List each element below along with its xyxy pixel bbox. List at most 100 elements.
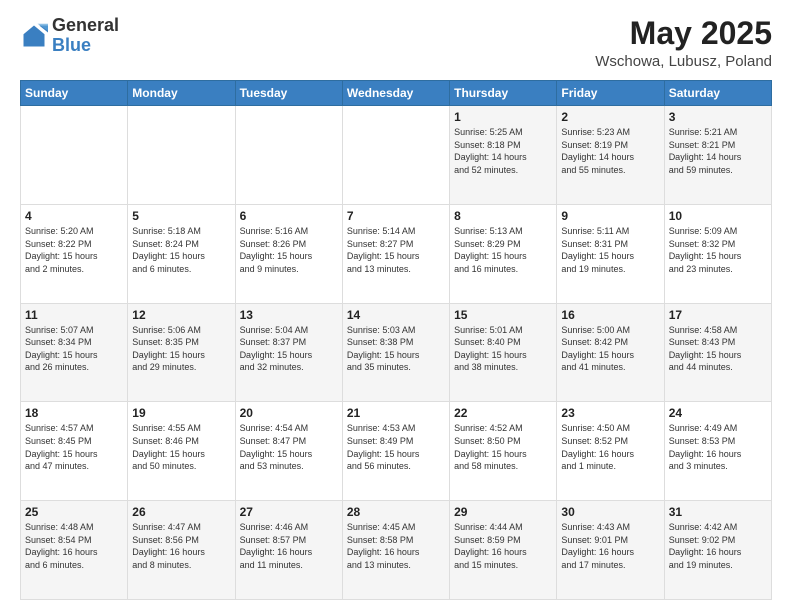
- day-number: 25: [25, 505, 123, 519]
- week-row-4: 18 Sunrise: 4:57 AM Sunset: 8:45 PM Dayli…: [21, 402, 772, 501]
- day-info: Sunrise: 5:00 AM Sunset: 8:42 PM Dayligh…: [561, 324, 659, 374]
- day-info: Sunrise: 4:43 AM Sunset: 9:01 PM Dayligh…: [561, 521, 659, 571]
- day-number: 2: [561, 110, 659, 124]
- day-info: Sunrise: 4:52 AM Sunset: 8:50 PM Dayligh…: [454, 422, 552, 472]
- day-info: Sunrise: 5:25 AM Sunset: 8:18 PM Dayligh…: [454, 126, 552, 176]
- logo-icon: [20, 22, 48, 50]
- day-number: 3: [669, 110, 767, 124]
- day-info: Sunrise: 5:14 AM Sunset: 8:27 PM Dayligh…: [347, 225, 445, 275]
- cell-w5-d6: 31Sunrise: 4:42 AM Sunset: 9:02 PM Dayli…: [664, 501, 771, 600]
- col-saturday: Saturday: [664, 81, 771, 106]
- day-number: 13: [240, 308, 338, 322]
- col-monday: Monday: [128, 81, 235, 106]
- day-number: 18: [25, 406, 123, 420]
- title-block: May 2025 Wschowa, Lubusz, Poland: [595, 16, 772, 70]
- page: General Blue May 2025 Wschowa, Lubusz, P…: [0, 0, 792, 612]
- day-number: 14: [347, 308, 445, 322]
- day-info: Sunrise: 4:58 AM Sunset: 8:43 PM Dayligh…: [669, 324, 767, 374]
- cell-w1-d5: 2Sunrise: 5:23 AM Sunset: 8:19 PM Daylig…: [557, 106, 664, 205]
- day-info: Sunrise: 4:54 AM Sunset: 8:47 PM Dayligh…: [240, 422, 338, 472]
- col-tuesday: Tuesday: [235, 81, 342, 106]
- day-info: Sunrise: 5:21 AM Sunset: 8:21 PM Dayligh…: [669, 126, 767, 176]
- day-number: 10: [669, 209, 767, 223]
- day-number: 15: [454, 308, 552, 322]
- day-info: Sunrise: 5:11 AM Sunset: 8:31 PM Dayligh…: [561, 225, 659, 275]
- cell-w2-d4: 8Sunrise: 5:13 AM Sunset: 8:29 PM Daylig…: [450, 204, 557, 303]
- day-number: 31: [669, 505, 767, 519]
- calendar-header: Sunday Monday Tuesday Wednesday Thursday…: [21, 81, 772, 106]
- day-number: 23: [561, 406, 659, 420]
- logo-blue: Blue: [52, 35, 91, 55]
- col-thursday: Thursday: [450, 81, 557, 106]
- header: General Blue May 2025 Wschowa, Lubusz, P…: [20, 16, 772, 70]
- day-number: 19: [132, 406, 230, 420]
- day-info: Sunrise: 5:03 AM Sunset: 8:38 PM Dayligh…: [347, 324, 445, 374]
- logo: General Blue: [20, 16, 119, 56]
- day-info: Sunrise: 5:16 AM Sunset: 8:26 PM Dayligh…: [240, 225, 338, 275]
- day-info: Sunrise: 4:53 AM Sunset: 8:49 PM Dayligh…: [347, 422, 445, 472]
- subtitle: Wschowa, Lubusz, Poland: [595, 53, 772, 70]
- cell-w4-d3: 21 Sunrise: 4:53 AM Sunset: 8:49 PM Dayli…: [342, 402, 449, 501]
- cell-w5-d2: 27 Sunrise: 4:46 AM Sunset: 8:57 PM Dayli…: [235, 501, 342, 600]
- cell-w3-d3: 14 Sunrise: 5:03 AM Sunset: 8:38 PM Dayli…: [342, 303, 449, 402]
- cell-w3-d6: 17Sunrise: 4:58 AM Sunset: 8:43 PM Dayli…: [664, 303, 771, 402]
- cell-w2-d1: 5 Sunrise: 5:18 AM Sunset: 8:24 PM Daylig…: [128, 204, 235, 303]
- day-number: 22: [454, 406, 552, 420]
- cell-w2-d0: 4Sunrise: 5:20 AM Sunset: 8:22 PM Daylig…: [21, 204, 128, 303]
- day-info: Sunrise: 5:07 AM Sunset: 8:34 PM Dayligh…: [25, 324, 123, 374]
- day-number: 16: [561, 308, 659, 322]
- day-info: Sunrise: 4:57 AM Sunset: 8:45 PM Dayligh…: [25, 422, 123, 472]
- day-info: Sunrise: 5:04 AM Sunset: 8:37 PM Dayligh…: [240, 324, 338, 374]
- col-sunday: Sunday: [21, 81, 128, 106]
- day-info: Sunrise: 5:18 AM Sunset: 8:24 PM Dayligh…: [132, 225, 230, 275]
- day-number: 21: [347, 406, 445, 420]
- cell-w2-d3: 7Sunrise: 5:14 AM Sunset: 8:27 PM Daylig…: [342, 204, 449, 303]
- cell-w3-d2: 13 Sunrise: 5:04 AM Sunset: 8:37 PM Dayli…: [235, 303, 342, 402]
- cell-w4-d4: 22 Sunrise: 4:52 AM Sunset: 8:50 PM Dayli…: [450, 402, 557, 501]
- cell-w3-d0: 11Sunrise: 5:07 AM Sunset: 8:34 PM Dayli…: [21, 303, 128, 402]
- cell-w3-d4: 15 Sunrise: 5:01 AM Sunset: 8:40 PM Dayli…: [450, 303, 557, 402]
- week-row-3: 11Sunrise: 5:07 AM Sunset: 8:34 PM Dayli…: [21, 303, 772, 402]
- cell-w2-d5: 9 Sunrise: 5:11 AM Sunset: 8:31 PM Daylig…: [557, 204, 664, 303]
- day-number: 29: [454, 505, 552, 519]
- day-number: 5: [132, 209, 230, 223]
- cell-w1-d3: [342, 106, 449, 205]
- cell-w1-d4: 1 Sunrise: 5:25 AM Sunset: 8:18 PM Daylig…: [450, 106, 557, 205]
- week-row-2: 4Sunrise: 5:20 AM Sunset: 8:22 PM Daylig…: [21, 204, 772, 303]
- logo-general: General: [52, 15, 119, 35]
- week-row-1: 1 Sunrise: 5:25 AM Sunset: 8:18 PM Daylig…: [21, 106, 772, 205]
- day-info: Sunrise: 4:46 AM Sunset: 8:57 PM Dayligh…: [240, 521, 338, 571]
- logo-text: General Blue: [52, 16, 119, 56]
- cell-w4-d5: 23Sunrise: 4:50 AM Sunset: 8:52 PM Dayli…: [557, 402, 664, 501]
- header-row: Sunday Monday Tuesday Wednesday Thursday…: [21, 81, 772, 106]
- day-info: Sunrise: 4:44 AM Sunset: 8:59 PM Dayligh…: [454, 521, 552, 571]
- calendar-body: 1 Sunrise: 5:25 AM Sunset: 8:18 PM Daylig…: [21, 106, 772, 600]
- day-number: 27: [240, 505, 338, 519]
- cell-w5-d5: 30 Sunrise: 4:43 AM Sunset: 9:01 PM Dayli…: [557, 501, 664, 600]
- week-row-5: 25Sunrise: 4:48 AM Sunset: 8:54 PM Dayli…: [21, 501, 772, 600]
- cell-w1-d6: 3 Sunrise: 5:21 AM Sunset: 8:21 PM Daylig…: [664, 106, 771, 205]
- day-number: 12: [132, 308, 230, 322]
- main-title: May 2025: [595, 16, 772, 51]
- day-info: Sunrise: 4:47 AM Sunset: 8:56 PM Dayligh…: [132, 521, 230, 571]
- day-info: Sunrise: 5:01 AM Sunset: 8:40 PM Dayligh…: [454, 324, 552, 374]
- cell-w1-d1: [128, 106, 235, 205]
- cell-w1-d2: [235, 106, 342, 205]
- cell-w5-d3: 28Sunrise: 4:45 AM Sunset: 8:58 PM Dayli…: [342, 501, 449, 600]
- day-number: 1: [454, 110, 552, 124]
- cell-w4-d0: 18 Sunrise: 4:57 AM Sunset: 8:45 PM Dayli…: [21, 402, 128, 501]
- cell-w4-d2: 20Sunrise: 4:54 AM Sunset: 8:47 PM Dayli…: [235, 402, 342, 501]
- day-number: 30: [561, 505, 659, 519]
- day-number: 26: [132, 505, 230, 519]
- day-number: 24: [669, 406, 767, 420]
- day-info: Sunrise: 4:55 AM Sunset: 8:46 PM Dayligh…: [132, 422, 230, 472]
- day-number: 28: [347, 505, 445, 519]
- cell-w2-d2: 6Sunrise: 5:16 AM Sunset: 8:26 PM Daylig…: [235, 204, 342, 303]
- day-number: 9: [561, 209, 659, 223]
- day-info: Sunrise: 5:13 AM Sunset: 8:29 PM Dayligh…: [454, 225, 552, 275]
- cell-w4-d1: 19 Sunrise: 4:55 AM Sunset: 8:46 PM Dayli…: [128, 402, 235, 501]
- calendar-table: Sunday Monday Tuesday Wednesday Thursday…: [20, 80, 772, 600]
- day-info: Sunrise: 5:06 AM Sunset: 8:35 PM Dayligh…: [132, 324, 230, 374]
- cell-w3-d5: 16 Sunrise: 5:00 AM Sunset: 8:42 PM Dayli…: [557, 303, 664, 402]
- day-number: 4: [25, 209, 123, 223]
